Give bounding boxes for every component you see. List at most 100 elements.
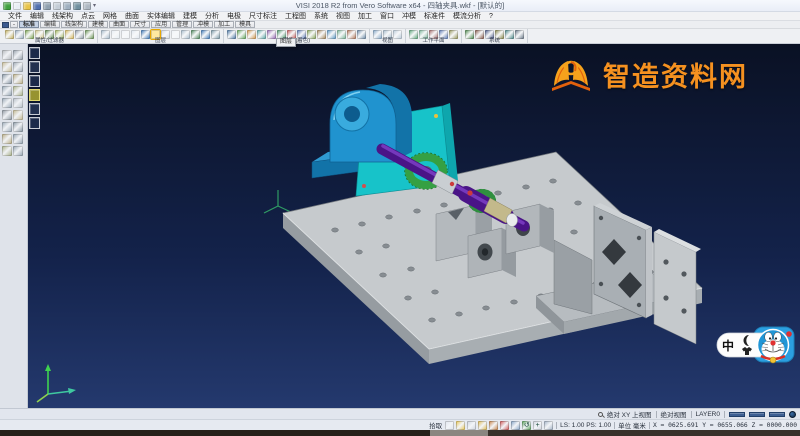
mirror-icon[interactable] bbox=[2, 86, 12, 96]
ime-toolbar[interactable]: 中 bbox=[716, 324, 796, 366]
group-icon[interactable] bbox=[13, 134, 23, 144]
layer-indicator[interactable]: LAYER0 bbox=[696, 411, 720, 418]
snap-perp-icon[interactable] bbox=[511, 421, 520, 430]
menu-item[interactable]: 系统 bbox=[310, 12, 332, 21]
perspective-icon[interactable] bbox=[327, 30, 336, 39]
layer-new-icon[interactable] bbox=[101, 30, 110, 39]
grid-toggle-icon[interactable] bbox=[544, 421, 553, 430]
ribbon-tab[interactable]: 建模 bbox=[88, 21, 108, 28]
move-icon[interactable] bbox=[2, 74, 12, 84]
layer-settings-icon[interactable] bbox=[211, 30, 220, 39]
view-front-button[interactable] bbox=[29, 61, 40, 73]
layer-on-icon[interactable] bbox=[131, 30, 140, 39]
layer-copy-icon[interactable] bbox=[171, 30, 180, 39]
menu-item[interactable]: 建模 bbox=[179, 12, 201, 21]
layer-list-icon[interactable] bbox=[111, 30, 120, 39]
menu-item[interactable]: 标准件 bbox=[420, 12, 449, 21]
view-standard-icon[interactable] bbox=[373, 30, 382, 39]
sys-undo-icon[interactable] bbox=[465, 30, 474, 39]
attr-layer-icon[interactable] bbox=[25, 30, 34, 39]
workplane-reset-icon[interactable] bbox=[449, 30, 458, 39]
attr-line-icon[interactable] bbox=[15, 30, 24, 39]
snap-point-icon[interactable] bbox=[456, 421, 465, 430]
view-iso-button[interactable] bbox=[29, 89, 40, 101]
globe-icon[interactable] bbox=[789, 411, 796, 418]
redo-icon[interactable] bbox=[83, 2, 91, 10]
qat-dropdown-icon[interactable]: ▾ bbox=[93, 2, 96, 9]
menu-item[interactable]: ? bbox=[485, 12, 497, 21]
view-left-button[interactable] bbox=[29, 75, 40, 87]
toolbar-grip-icon[interactable] bbox=[2, 22, 9, 28]
preview-icon[interactable] bbox=[63, 2, 71, 10]
trim-icon[interactable] bbox=[2, 62, 12, 72]
menu-item[interactable]: 编辑 bbox=[26, 12, 48, 21]
app-logo-icon[interactable] bbox=[3, 2, 11, 10]
snap-tangent-icon[interactable]: ↺ bbox=[522, 421, 531, 430]
menu-item[interactable]: 网格 bbox=[99, 12, 121, 21]
extend-icon[interactable] bbox=[13, 62, 23, 72]
layer-current-icon[interactable] bbox=[141, 30, 150, 39]
menu-item[interactable]: 电极 bbox=[223, 12, 245, 21]
snap-intersect-icon[interactable] bbox=[500, 421, 509, 430]
view-list-icon[interactable] bbox=[393, 30, 402, 39]
snap-mid-icon[interactable] bbox=[467, 421, 476, 430]
ribbon-tab[interactable]: 加工 bbox=[214, 21, 234, 28]
ribbon-tab[interactable]: 编辑 bbox=[40, 21, 60, 28]
rotate-icon[interactable] bbox=[13, 74, 23, 84]
taskbar-segment[interactable] bbox=[430, 430, 488, 436]
zoom-fit-icon[interactable] bbox=[267, 30, 276, 39]
menu-item[interactable]: 分析 bbox=[201, 12, 223, 21]
select-icon[interactable] bbox=[2, 50, 12, 60]
sys-help-icon[interactable] bbox=[515, 30, 524, 39]
layer-off-icon[interactable] bbox=[121, 30, 130, 39]
menu-item[interactable]: 视图 bbox=[332, 12, 354, 21]
sys-options-icon[interactable] bbox=[505, 30, 514, 39]
menu-item[interactable]: 窗口 bbox=[376, 12, 398, 21]
offset-icon[interactable] bbox=[2, 98, 12, 108]
save-all-icon[interactable] bbox=[43, 2, 51, 10]
delete-icon[interactable] bbox=[13, 50, 23, 60]
meter-3[interactable] bbox=[769, 412, 785, 417]
3d-viewport[interactable]: 智造资料网 中 bbox=[28, 44, 800, 408]
light-icon[interactable] bbox=[317, 30, 326, 39]
menu-item[interactable]: 曲面 bbox=[121, 12, 143, 21]
shaded-view-icon[interactable] bbox=[227, 30, 236, 39]
multi-view-icon[interactable] bbox=[357, 30, 366, 39]
ribbon-tab[interactable]: 标准 bbox=[19, 21, 39, 28]
note-icon[interactable] bbox=[13, 122, 23, 132]
chamfer-icon[interactable] bbox=[2, 110, 12, 120]
fillet-icon[interactable] bbox=[13, 98, 23, 108]
sys-redo-icon[interactable] bbox=[475, 30, 484, 39]
layer-lock-icon[interactable] bbox=[191, 30, 200, 39]
explode-icon[interactable] bbox=[2, 146, 12, 156]
menu-item[interactable]: 点云 bbox=[77, 12, 99, 21]
snap-center-icon[interactable] bbox=[478, 421, 487, 430]
background-icon[interactable] bbox=[347, 30, 356, 39]
wireframe-icon[interactable] bbox=[237, 30, 246, 39]
tab-collapse-button[interactable]: - bbox=[10, 21, 18, 28]
ribbon-tab[interactable]: 尺寸 bbox=[130, 21, 150, 28]
snap-grid-icon[interactable] bbox=[445, 421, 454, 430]
view-top-button[interactable] bbox=[29, 47, 40, 59]
clip-plane-icon[interactable] bbox=[337, 30, 346, 39]
save-icon[interactable] bbox=[33, 2, 41, 10]
scale-icon[interactable] bbox=[13, 86, 23, 96]
view-back-button[interactable] bbox=[29, 117, 40, 129]
ribbon-tab[interactable]: 曲面 bbox=[109, 21, 129, 28]
snap-quadrant-icon[interactable] bbox=[489, 421, 498, 430]
menu-item[interactable]: 冲模 bbox=[398, 12, 420, 21]
ortho-icon[interactable]: + bbox=[533, 421, 542, 430]
ribbon-tab[interactable]: 模具 bbox=[235, 21, 255, 28]
menu-item[interactable]: 加工 bbox=[354, 12, 376, 21]
menu-item[interactable]: 文件 bbox=[4, 12, 26, 21]
ribbon-tab[interactable]: 应用 bbox=[151, 21, 171, 28]
ribbon-tab[interactable]: 线架构 bbox=[61, 21, 87, 28]
hatch-icon[interactable] bbox=[2, 134, 12, 144]
ribbon-tab[interactable]: 管理 bbox=[172, 21, 192, 28]
view-indicator[interactable]: 绝对视图 bbox=[661, 409, 687, 419]
open-folder-icon[interactable] bbox=[23, 2, 31, 10]
print-icon[interactable] bbox=[53, 2, 61, 10]
properties-icon[interactable] bbox=[13, 146, 23, 156]
hidden-line-icon[interactable] bbox=[247, 30, 256, 39]
attr-color-icon[interactable] bbox=[5, 30, 14, 39]
